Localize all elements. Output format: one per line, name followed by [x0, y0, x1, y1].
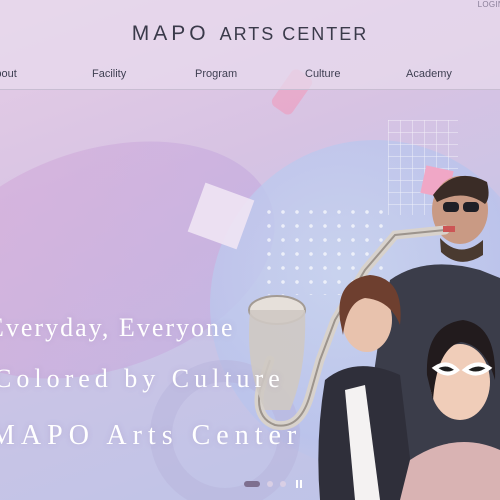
slide-indicator-1[interactable]: [244, 481, 260, 487]
hero-line-2: Colored by Culture: [0, 364, 285, 393]
slide-indicator-3[interactable]: [280, 481, 286, 487]
nav-item-program[interactable]: Program: [195, 68, 237, 80]
login-link[interactable]: LOGIN: [478, 0, 500, 9]
logo-primary: MAPO: [131, 22, 210, 45]
slide-indicator-2[interactable]: [267, 481, 273, 487]
logo-secondary: ARTS CENTER: [219, 24, 369, 44]
nav-item-about[interactable]: About: [0, 68, 17, 80]
site-header: LOGIN MAPO ARTS CENTER About Facility Pro…: [0, 0, 500, 90]
pause-icon[interactable]: [296, 480, 302, 488]
hero-line-3: MAPO Arts Center: [0, 420, 303, 451]
nav-item-culture[interactable]: Culture: [305, 68, 340, 80]
nav-item-facility[interactable]: Facility: [92, 68, 126, 80]
main-nav: About Facility Program Culture Academy: [0, 68, 500, 84]
nav-item-academy[interactable]: Academy: [406, 68, 452, 80]
slider-indicators: [244, 480, 302, 488]
site-logo[interactable]: MAPO ARTS CENTER: [0, 22, 500, 46]
hero-line-1: Everyday, Everyone: [0, 313, 235, 342]
